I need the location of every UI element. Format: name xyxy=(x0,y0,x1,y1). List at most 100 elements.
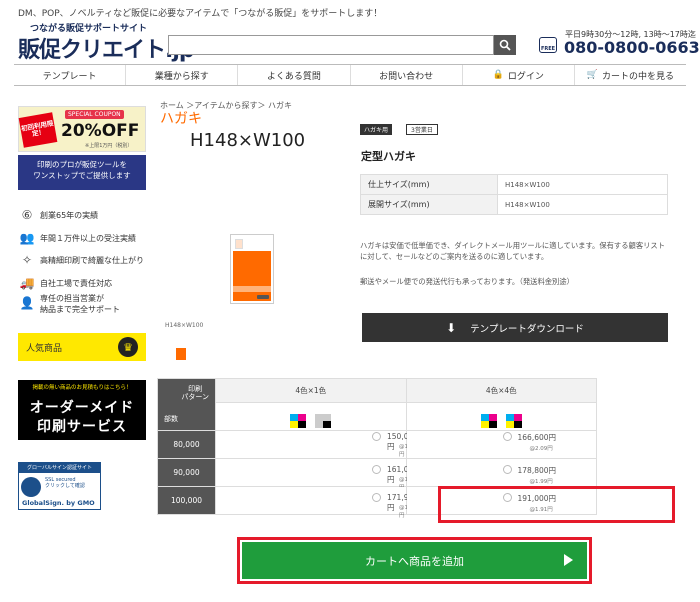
coupon-banner[interactable]: SPECIAL COUPON 初回利用限定！ 20%OFF ※上限1万円（税別） xyxy=(18,106,146,152)
nav-item-label: よくある質問 xyxy=(266,71,321,82)
table-header-row: 印刷 パターン 部数 4色×1色 4色×4色 xyxy=(157,378,597,431)
spec-key: 仕上サイズ(mm) xyxy=(360,174,498,195)
black-ink-icon xyxy=(315,413,332,428)
color-swatch-thumbnail[interactable] xyxy=(176,348,186,360)
thumbnail-size-label: H148×W100 xyxy=(165,322,204,329)
feature-label: 創業65年の実績 xyxy=(40,210,99,220)
pro-service-line2: ワンストップでご提供します xyxy=(33,171,131,181)
search-button[interactable] xyxy=(494,35,516,55)
unit-price: @2.09円 xyxy=(529,446,553,452)
spec-key: 展開サイズ(mm) xyxy=(360,194,498,215)
globalsign-name: GlobalSign. by GMO xyxy=(22,499,95,507)
postcard-preview-image xyxy=(230,234,274,304)
nav-item-label: お問い合わせ xyxy=(379,71,434,82)
crown-icon: ♛ xyxy=(118,337,138,357)
price-radio[interactable] xyxy=(372,432,381,441)
add-to-cart-label: カートへ商品を追加 xyxy=(365,554,464,568)
order-made-caption: 掲載の無い商品のお見積もりはこちら！ xyxy=(32,385,132,391)
price-value: 178,800円 xyxy=(517,466,557,475)
globalsign-logo-icon xyxy=(21,477,41,497)
price-radio[interactable] xyxy=(372,493,381,502)
price-option-cell[interactable]: 178,800円 @1.99円 xyxy=(405,458,597,487)
table-row: 展開サイズ(mm) H148×W100 xyxy=(360,194,668,215)
quantity-cell: 90,000 xyxy=(157,458,216,487)
delivery-tag: 3営業日 xyxy=(406,124,438,135)
price-radio[interactable] xyxy=(502,465,512,474)
feature-item: 🚚 自社工場で責任対応 xyxy=(18,276,112,290)
price-radio[interactable] xyxy=(502,432,512,441)
feature-item: ⑥ 創業65年の実績 xyxy=(18,208,99,222)
coupon-note: ※上限1万円（税別） xyxy=(85,143,133,149)
free-label: FREE xyxy=(540,46,556,52)
table-row: 仕上サイズ(mm) H148×W100 xyxy=(360,174,668,195)
feature-label-2: 納品まで完全サポート xyxy=(40,305,120,315)
phone-number[interactable]: 080-0800-0663 xyxy=(564,38,700,57)
cart-icon: 🛒 xyxy=(586,70,599,80)
corner-label-pattern: パターン xyxy=(181,393,209,402)
corner-label-print: 印刷 xyxy=(188,385,203,393)
coupon-special-label: SPECIAL COUPON xyxy=(65,110,124,119)
sparkle-icon: ✧ xyxy=(21,253,33,267)
category-tag: ハガキ用 xyxy=(360,124,393,135)
column-header-4x1: 4色×1色 xyxy=(215,378,407,403)
lock-icon: 🔒 xyxy=(492,70,504,80)
page-title: ハガキ xyxy=(160,111,202,127)
template-download-button[interactable]: ⬇ テンプレートダウンロード xyxy=(362,313,668,342)
feature-item: 👤 専任の担当営業が納品まで完全サポート xyxy=(18,293,120,315)
header-tagline: DM、POP、ノベルティなど販促に必要なアイテムで「つながる販促」をサポートしま… xyxy=(18,9,383,19)
download-label: テンプレートダウンロード xyxy=(470,323,584,335)
price-radio[interactable] xyxy=(372,465,381,474)
table-corner: 印刷 パターン 部数 xyxy=(157,378,216,431)
feature-label: 高精細印刷で綺麗な仕上がり xyxy=(40,255,144,265)
nav-item-industry[interactable]: 業種から探す xyxy=(126,65,239,85)
nav-item-faq[interactable]: よくある質問 xyxy=(238,65,351,85)
nav-item-login[interactable]: 🔒 ログイン xyxy=(463,65,575,85)
ink-icon-row xyxy=(158,402,597,431)
pro-service-banner[interactable]: 印刷のプロが販促ツールを ワンストップでご提供します xyxy=(18,155,146,190)
spec-value: H148×W100 xyxy=(497,194,668,215)
feature-label: 年間１万件以上の受注実績 xyxy=(40,233,136,243)
price-option-cell[interactable]: 150,000円@1.88円 xyxy=(215,430,418,459)
people-icon: 👥 xyxy=(19,231,35,245)
product-size-heading: H148×W100 xyxy=(190,130,306,151)
order-made-banner[interactable]: 掲載の無い商品のお見積もりはこちら！ オーダーメイド 印刷サービス xyxy=(18,380,146,440)
order-made-title-2: 印刷サービス xyxy=(37,419,127,435)
nav-item-contact[interactable]: お問い合わせ xyxy=(351,65,463,85)
award-icon: ⑥ xyxy=(21,208,33,222)
quantity-cell: 80,000 xyxy=(157,430,216,459)
price-option-cell[interactable]: 171,900円@1.72円 xyxy=(215,486,418,519)
cmyk-4color-front-icon xyxy=(480,413,497,428)
price-value: 166,600円 xyxy=(517,433,557,442)
main-nav: テンプレート 業種から探す よくある質問 お問い合わせ 🔒 ログイン 🛒 カートの中… xyxy=(14,64,686,86)
order-made-title-1: オーダーメイド xyxy=(29,400,135,416)
spec-value: H148×W100 xyxy=(497,174,668,195)
table-row: 80,000 150,000円@1.88円 166,600円 @2.09円 xyxy=(157,430,597,459)
corner-label-qty: 部数 xyxy=(164,415,178,423)
factory-icon: 🚚 xyxy=(19,276,35,290)
column-header-4x4: 4色×4色 xyxy=(405,378,597,403)
nav-item-label: テンプレート xyxy=(42,71,97,82)
feature-label: 自社工場で責任対応 xyxy=(40,278,112,288)
search-input[interactable] xyxy=(168,35,494,55)
cmyk-4color-1color-icon xyxy=(290,413,307,428)
popular-items-banner[interactable]: 人気商品 ♛ xyxy=(18,333,146,361)
nav-item-template[interactable]: テンプレート xyxy=(14,65,127,85)
table-row: 90,000 161,000円@1.79円 178,800円 @1.99円 xyxy=(157,458,597,491)
search-icon xyxy=(499,39,511,51)
globalsign-ssl-text: SSL secured クリックして確認 xyxy=(45,477,85,489)
ssl-check-text: クリックして確認 xyxy=(45,483,85,489)
price-option-cell[interactable]: 166,600円 @2.09円 xyxy=(405,430,597,459)
add-to-cart-button[interactable]: カートへ商品を追加 xyxy=(242,542,587,579)
nav-item-label: ログイン xyxy=(507,71,544,82)
shipping-note: 郵送やメール便での発送代行も承っております。（発送料金別途） xyxy=(360,277,574,286)
cmyk-4color-back-icon xyxy=(505,413,522,428)
globalsign-seal[interactable]: グローバルサイン認証サイト SSL secured クリックして確認 Global… xyxy=(18,462,101,510)
feature-label: 専任の担当営業が xyxy=(40,294,104,303)
popular-label: 人気商品 xyxy=(26,343,63,354)
product-description: ハガキは安価で低単価でき、ダイレクトメール用ツールに適しています。保有する顧客リ… xyxy=(360,241,666,262)
person-icon: 👤 xyxy=(19,296,35,310)
price-option-cell[interactable]: 161,000円@1.79円 xyxy=(215,458,418,491)
nav-item-label: カートの中を見る xyxy=(602,71,675,82)
play-arrow-icon xyxy=(564,554,573,566)
nav-item-cart[interactable]: 🛒 カートの中を見る xyxy=(575,65,686,85)
